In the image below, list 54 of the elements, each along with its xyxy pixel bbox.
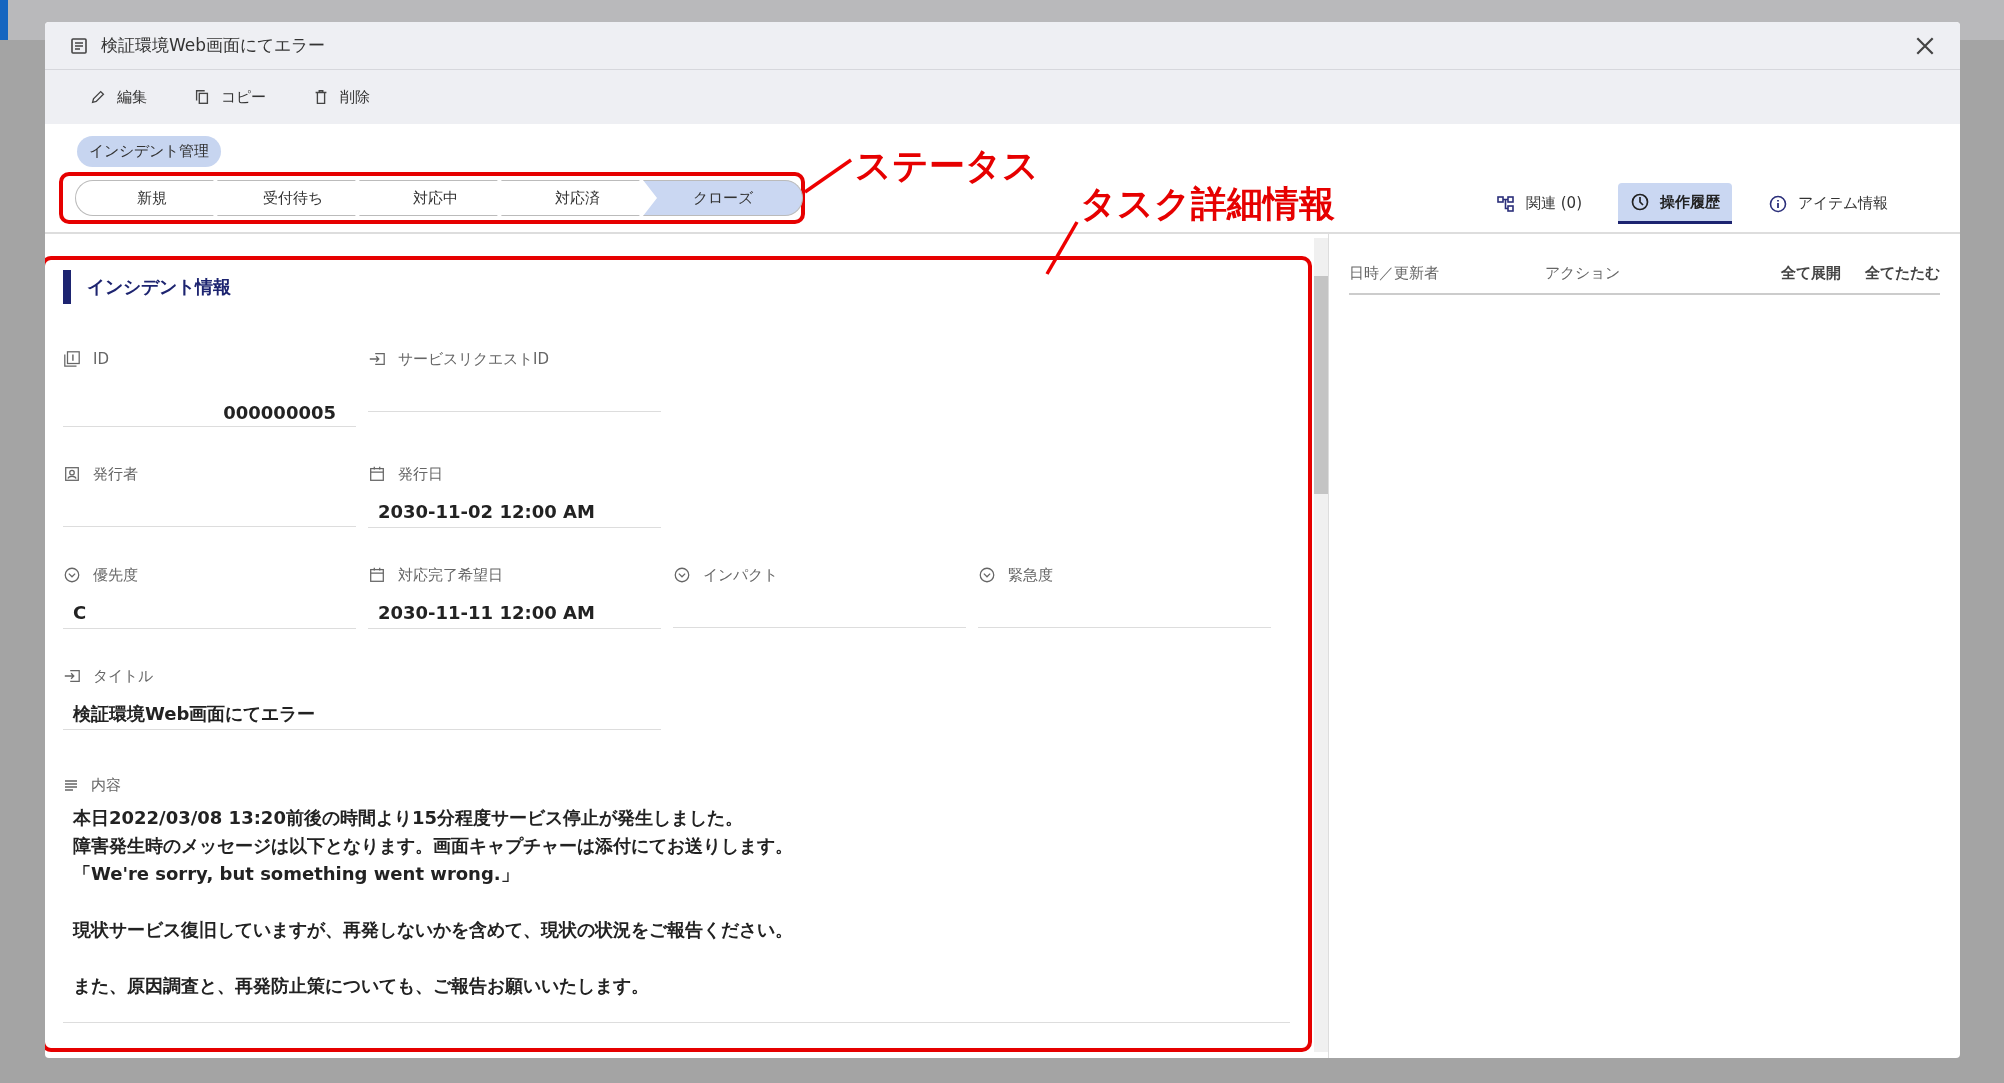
description-line: 現状サービス復旧していますが、再発しないかを含めて、現状の状況をご報告ください。 <box>73 918 793 942</box>
annotation-label: タスク詳細情報 <box>1080 182 1335 226</box>
side-tab[interactable]: 操作履歴 <box>1618 183 1732 224</box>
field-label: 内容 <box>91 775 121 795</box>
field-label: サービスリクエストID <box>398 349 549 369</box>
table-action-link[interactable]: 全てたたむ <box>1865 264 1940 283</box>
edit-button[interactable]: 編集 <box>81 83 155 111</box>
clock-icon <box>1630 192 1650 212</box>
field-label: ID <box>93 350 109 368</box>
scrollbar[interactable] <box>1314 238 1328 1052</box>
person-icon <box>63 465 81 483</box>
info-icon <box>1768 193 1788 214</box>
category-chip: インシデント管理 <box>77 136 221 167</box>
field-label: インパクト <box>703 565 778 585</box>
document-icon <box>69 35 89 56</box>
calendar-icon <box>368 465 386 483</box>
field-label: 発行者 <box>93 464 138 484</box>
table-action-link[interactable]: 全て展開 <box>1781 264 1841 283</box>
field-label: タイトル <box>93 666 153 686</box>
status-step[interactable]: クローズ <box>643 180 803 216</box>
side-tab[interactable]: アイテム情報 <box>1756 183 1900 224</box>
column-header: 日時／更新者 <box>1349 264 1440 283</box>
lines-icon <box>63 777 79 793</box>
pencil-icon <box>89 88 107 106</box>
field-label: 対応完了希望日 <box>398 565 503 585</box>
chevron-circle-icon <box>978 566 996 584</box>
description-line: 本日2022/03/08 13:20前後の時間より15分程度サービス停止が発生しました。 <box>73 806 744 830</box>
field-value: 2030-11-02 12:00 AM <box>368 491 661 528</box>
column-header: アクション <box>1545 264 1621 283</box>
field-value: 検証環境Web画面にてエラー <box>63 693 661 730</box>
field-label: 発行日 <box>398 464 443 484</box>
side-tab[interactable]: 関連 (0) <box>1484 183 1594 224</box>
section-title: インシデント情報 <box>87 275 231 299</box>
copy-button[interactable]: コピー <box>185 83 274 111</box>
delete-button[interactable]: 削除 <box>304 83 378 111</box>
field-label: 緊急度 <box>1008 565 1053 585</box>
description-line: 「We're sorry, but something went wrong.」 <box>73 862 520 886</box>
input-icon <box>63 667 81 685</box>
calendar-icon <box>368 566 386 584</box>
window-title: 検証環境Web画面にてエラー <box>101 34 327 57</box>
field-value: 000000005 <box>63 376 356 427</box>
id-card-icon <box>63 350 81 368</box>
description-line: 障害発生時のメッセージは以下となります。画面キャプチャーは添付にてお送りします。 <box>73 834 793 858</box>
description-line: また、原因調査と、再発防止策についても、ご報告お願いいたします。 <box>73 974 649 998</box>
field-value: C <box>63 592 356 629</box>
hierarchy-icon <box>1496 193 1516 214</box>
section-marker <box>63 270 71 304</box>
copy-icon <box>193 88 211 106</box>
field-label: 優先度 <box>93 565 138 585</box>
chevron-circle-icon <box>63 566 81 584</box>
input-icon <box>368 350 386 368</box>
annotation-label: ステータス <box>855 144 1039 188</box>
field-value: 2030-11-11 12:00 AM <box>368 592 661 629</box>
chevron-circle-icon <box>673 566 691 584</box>
